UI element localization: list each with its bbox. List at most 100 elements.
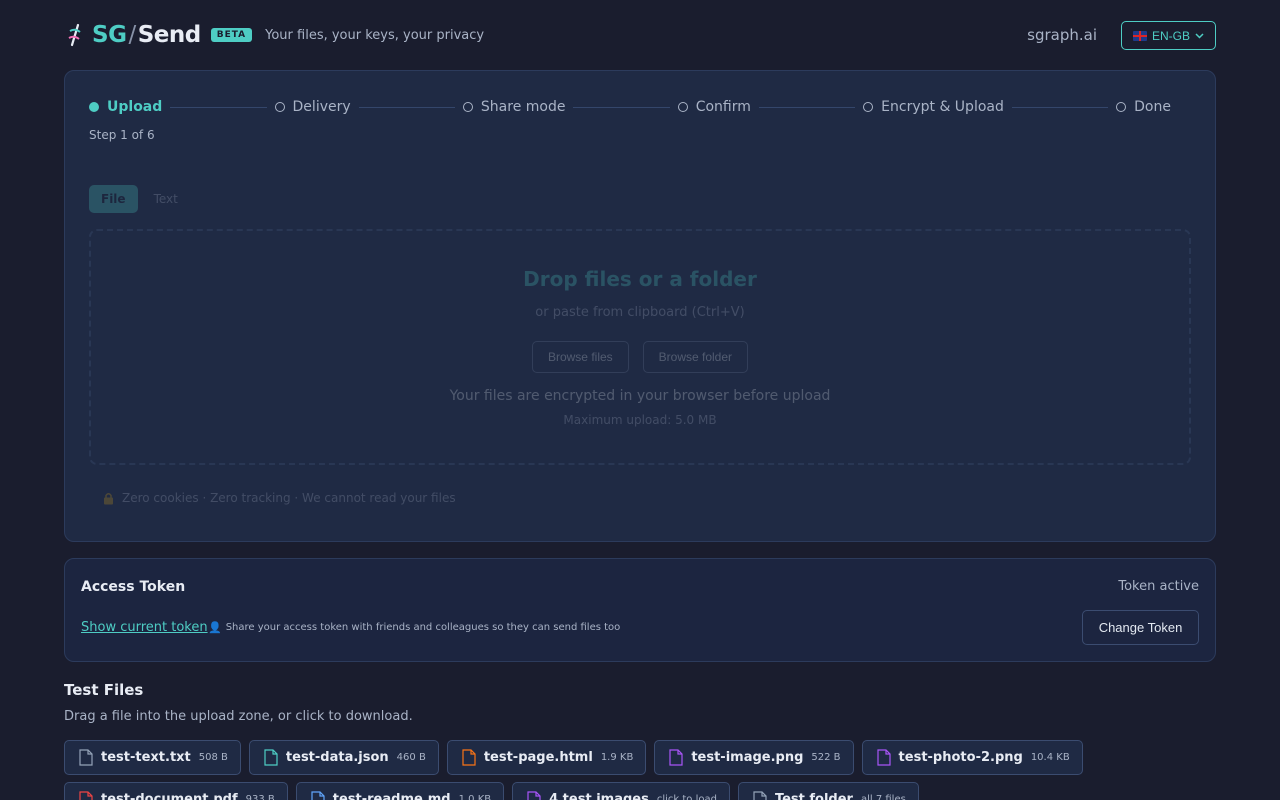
tab-text[interactable]: Text xyxy=(142,185,190,213)
test-file-chip[interactable]: test-text.txt 508 B xyxy=(64,740,241,775)
test-file-name: Test folder xyxy=(774,792,853,800)
logo-sg: SG xyxy=(92,22,127,48)
step-upload: Upload xyxy=(89,99,162,115)
browse-files-button[interactable]: Browse files xyxy=(531,341,629,373)
test-files-subtitle: Drag a file into the upload zone, or cli… xyxy=(64,709,413,724)
drop-title: Drop files or a folder xyxy=(523,267,757,291)
encryption-note: Your files are encrypted in your browser… xyxy=(449,388,831,404)
test-file-size: 460 B xyxy=(396,752,426,763)
test-file-name: test-text.txt xyxy=(101,750,191,765)
test-file-name: test-document.pdf xyxy=(101,792,238,800)
logo-icon xyxy=(64,22,86,48)
step-label: Share mode xyxy=(480,99,566,115)
step-label: Delivery xyxy=(292,99,351,115)
test-file-size: 1.9 KB xyxy=(600,752,634,763)
mode-tabs: File Text xyxy=(89,185,190,213)
logo-slash: / xyxy=(128,22,136,48)
step-share-mode: Share mode xyxy=(462,99,566,115)
step-encrypt-upload: Encrypt & Upload xyxy=(863,99,1004,115)
uk-flag-icon xyxy=(1132,30,1147,41)
step-connector xyxy=(758,106,856,108)
max-upload-note: Maximum upload: 5.0 MB xyxy=(563,413,717,427)
test-file-size: 522 B xyxy=(811,752,841,763)
beta-badge: BETA xyxy=(210,28,253,42)
step-connector xyxy=(1011,106,1109,108)
step-label: Done xyxy=(1134,99,1171,115)
step-connector xyxy=(170,106,267,108)
chevron-down-icon xyxy=(1195,32,1204,39)
json-file-icon xyxy=(264,749,278,766)
test-file-name: 4 test images xyxy=(549,792,649,800)
access-token-panel: Access Token Token active Show current t… xyxy=(64,558,1216,662)
drop-zone[interactable]: Drop files or a folder or paste from cli… xyxy=(89,229,1191,465)
tab-file[interactable]: File xyxy=(89,185,138,213)
html-file-icon xyxy=(462,749,476,766)
image-file-icon xyxy=(669,749,683,766)
test-file-name: test-photo-2.png xyxy=(898,750,1023,765)
step-indicator: Upload Delivery Share mode Confirm Encry… xyxy=(89,98,1171,116)
share-note-text: Share your access token with friends and… xyxy=(225,622,621,633)
step-dot xyxy=(677,102,688,112)
step-dot xyxy=(863,102,874,112)
test-file-name: test-image.png xyxy=(691,750,804,765)
drop-subtitle: or paste from clipboard (Ctrl+V) xyxy=(535,305,745,320)
app-header: SG/Send BETA Your files, your keys, your… xyxy=(64,18,1216,52)
test-file-chip[interactable]: test-page.html 1.9 KB xyxy=(446,740,647,775)
privacy-note: Zero cookies · Zero tracking · We cannot… xyxy=(103,491,456,505)
test-file-size: click to load xyxy=(656,794,717,800)
step-count: Step 1 of 6 xyxy=(89,128,155,142)
markdown-file-icon xyxy=(311,791,325,800)
logo-send: Send xyxy=(137,22,202,48)
step-label: Encrypt & Upload xyxy=(881,99,1004,115)
test-file-chip[interactable]: test-image.png 522 B xyxy=(654,740,854,775)
token-status: Token active xyxy=(1118,579,1199,594)
site-link[interactable]: sgraph.ai xyxy=(1027,26,1097,44)
text-file-icon xyxy=(79,749,93,766)
language-label: EN-GB xyxy=(1151,28,1190,43)
folder-icon xyxy=(753,791,767,800)
test-file-chip[interactable]: Test folder all 7 files xyxy=(737,782,919,800)
token-title: Access Token xyxy=(81,579,186,595)
test-file-size: 10.4 KB xyxy=(1030,752,1070,763)
browse-buttons: Browse files Browse folder xyxy=(91,341,1189,373)
test-file-size: all 7 files xyxy=(860,794,906,800)
test-file-size: 508 B xyxy=(198,752,228,763)
test-file-chip[interactable]: test-data.json 460 B xyxy=(248,740,439,775)
step-dot xyxy=(462,102,473,112)
step-label: Confirm xyxy=(695,99,751,115)
step-dot xyxy=(274,102,285,112)
test-file-size: 1.0 KB xyxy=(458,794,492,800)
test-files-list: test-text.txt 508 Btest-data.json 460 Btes… xyxy=(64,740,1216,800)
language-selector[interactable]: EN-GB xyxy=(1121,21,1216,50)
step-dot xyxy=(89,102,99,112)
show-token-link[interactable]: Show current token xyxy=(81,620,208,635)
step-confirm: Confirm xyxy=(677,99,751,115)
logo[interactable]: SG/Send xyxy=(92,22,201,48)
image-file-icon xyxy=(876,749,891,766)
lock-icon xyxy=(104,492,113,504)
browse-folder-button[interactable]: Browse folder xyxy=(642,341,749,373)
step-delivery: Delivery xyxy=(274,99,351,115)
step-connector xyxy=(358,106,455,108)
test-files-title: Test Files xyxy=(64,681,144,699)
share-note: 👤 Share your access token with friends a… xyxy=(208,621,620,634)
upload-wizard: Upload Delivery Share mode Confirm Encry… xyxy=(64,70,1216,542)
pdf-file-icon xyxy=(79,791,93,800)
person-icon: 👤 xyxy=(208,621,222,634)
test-file-name: test-data.json xyxy=(285,750,389,765)
test-file-chip[interactable]: test-document.pdf 933 B xyxy=(64,782,288,800)
test-file-chip[interactable]: test-readme.md 1.0 KB xyxy=(295,782,505,800)
test-file-name: test-page.html xyxy=(483,750,593,765)
test-file-name: test-readme.md xyxy=(332,792,451,800)
privacy-text: Zero cookies · Zero tracking · We cannot… xyxy=(122,491,456,505)
test-file-chip[interactable]: 4 test images click to load xyxy=(512,782,730,800)
images-folder-icon xyxy=(527,791,541,800)
change-token-button[interactable]: Change Token xyxy=(1082,610,1199,645)
test-file-chip[interactable]: test-photo-2.png 10.4 KB xyxy=(861,740,1083,775)
step-done: Done xyxy=(1116,99,1171,115)
step-dot xyxy=(1116,102,1127,112)
tagline: Your files, your keys, your privacy xyxy=(265,27,485,43)
step-connector xyxy=(573,106,670,108)
step-label: Upload xyxy=(107,99,163,115)
test-file-size: 933 B xyxy=(245,794,275,800)
